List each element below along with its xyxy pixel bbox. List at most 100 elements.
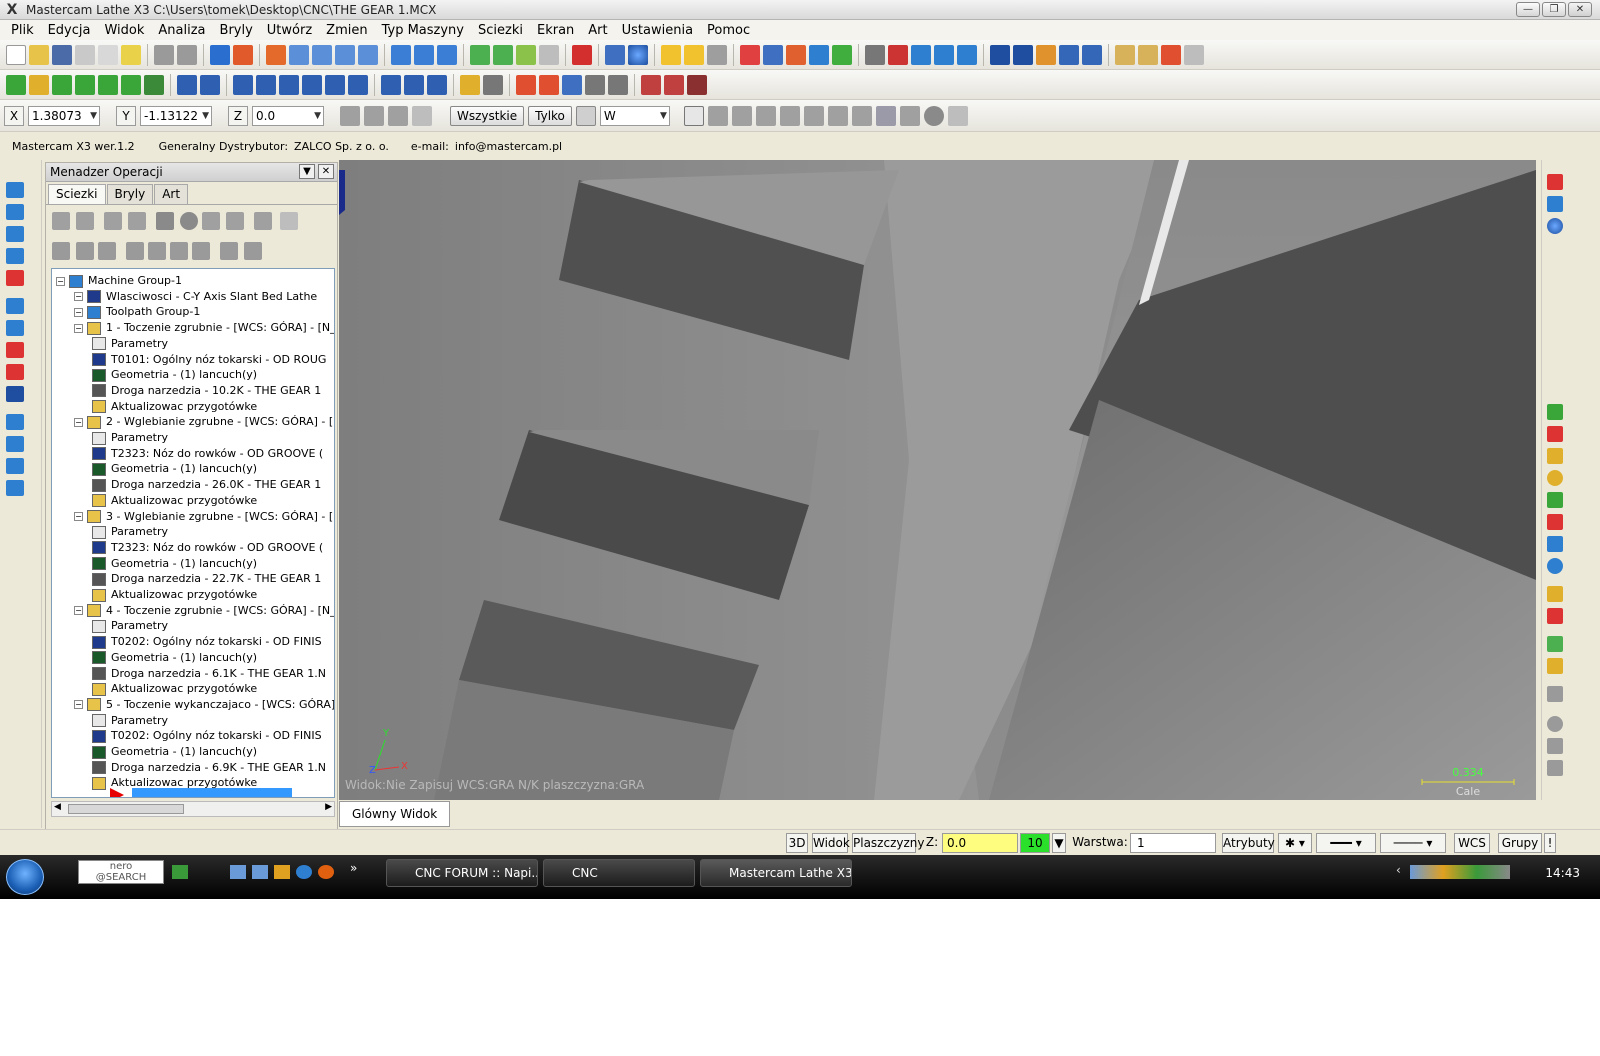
quick-mask-icon[interactable]	[388, 105, 408, 126]
select-polygon-icon[interactable]	[755, 105, 776, 126]
zoom-previous-icon[interactable]	[358, 44, 378, 65]
solid-select-icon[interactable]	[391, 44, 411, 65]
mru-palette-icon[interactable]	[1547, 636, 1563, 652]
offset-icon[interactable]	[786, 44, 806, 65]
color-dropdown-icon[interactable]: ▼	[1052, 833, 1066, 853]
steady-rest-icon[interactable]	[6, 480, 24, 496]
fast-point-icon[interactable]	[364, 105, 384, 126]
chuck-icon[interactable]	[664, 74, 684, 95]
ie-icon[interactable]	[296, 865, 312, 879]
solid-cylinder-icon[interactable]	[1013, 44, 1033, 65]
planes-button[interactable]: Plaszczyzny	[852, 833, 924, 853]
break-icon[interactable]	[763, 44, 783, 65]
menu-sciezki[interactable]: Sciezki	[471, 23, 530, 38]
tree-expander-icon[interactable]: −	[74, 417, 83, 427]
select-area-icon[interactable]	[803, 105, 824, 126]
tree-child-item[interactable]: Droga narzedzia - 22.7K - THE GEAR 1	[92, 571, 321, 587]
select-solid-icon[interactable]	[827, 105, 848, 126]
tree-expander-icon[interactable]: −	[74, 307, 83, 317]
move-icon[interactable]	[210, 44, 230, 65]
tree-child-item[interactable]: Parametry	[92, 430, 168, 446]
tree-child-item[interactable]: Geometria - (1) lancuch(y)	[92, 461, 257, 477]
scroll-thumb[interactable]	[68, 804, 184, 814]
xform-offset-icon[interactable]	[325, 74, 345, 95]
select-chain-icon[interactable]	[707, 105, 728, 126]
tailstock-icon[interactable]	[687, 74, 707, 95]
graphics-viewport[interactable]: Y X Z Widok:Nie Zapisuj WCS:GRA N/K plas…	[339, 160, 1536, 800]
fit-icon[interactable]	[233, 44, 253, 65]
create-point-icon[interactable]	[6, 74, 26, 95]
tree-expander-icon[interactable]: −	[74, 292, 83, 302]
insert-position-bar[interactable]	[132, 788, 292, 797]
lathe-finish-tool-icon[interactable]	[6, 226, 24, 242]
tree-operation[interactable]: − 2 - Wglebianie zgrubne - [WCS: GÓRA] - …	[74, 414, 334, 430]
select-all-ops-icon[interactable]	[52, 212, 70, 230]
clock[interactable]: 14:43	[1545, 859, 1580, 887]
lathe-groove-tool-icon[interactable]	[6, 298, 24, 314]
tree-operation[interactable]: − 1 - Toczenie zgrubnie - [WCS: GÓRA] - […	[74, 320, 334, 336]
task-cnc-forum[interactable]: CNC FORUM :: Napi...	[386, 859, 538, 887]
mru-tangent-icon[interactable]	[1547, 448, 1563, 464]
line-width-select[interactable]: ──── ▾	[1380, 833, 1446, 853]
menu-art[interactable]: Art	[581, 23, 614, 38]
nero-search-widget[interactable]: nero @SEARCH	[78, 860, 164, 884]
menu-ustawienia[interactable]: Ustawienia	[615, 23, 700, 38]
end-selection-icon[interactable]	[923, 105, 944, 126]
help-status-button[interactable]: !	[1544, 833, 1556, 853]
y-axis-button[interactable]: Y	[116, 105, 136, 126]
print-preview-icon[interactable]	[98, 44, 118, 65]
solid-revolve-icon[interactable]	[1059, 44, 1079, 65]
mru-layer-icon[interactable]	[1547, 586, 1563, 602]
tree-expander-icon[interactable]: −	[74, 700, 83, 710]
regenerate-all-icon[interactable]	[104, 212, 122, 230]
menu-typ-maszyny[interactable]: Typ Maszyny	[375, 23, 471, 38]
lathe-cutoff-tool-icon[interactable]	[6, 320, 24, 336]
color-swatch[interactable]: 10	[1020, 833, 1050, 853]
solid-extrude-icon[interactable]	[1036, 44, 1056, 65]
view-cube-icon[interactable]	[572, 44, 592, 65]
verify-ops-icon[interactable]	[180, 212, 198, 230]
tree-child-item[interactable]: Parametry	[92, 336, 168, 352]
cursor-arrow-icon[interactable]	[683, 105, 704, 126]
xform-rotate-icon[interactable]	[279, 74, 299, 95]
transform-icon[interactable]	[832, 44, 852, 65]
tree-expander-icon[interactable]: −	[74, 323, 83, 333]
snap-center-icon[interactable]	[1547, 218, 1563, 234]
tree-horizontal-scrollbar[interactable]: ◀ ▶	[51, 801, 335, 817]
tag-icon[interactable]	[585, 74, 605, 95]
tree-child-item[interactable]: Droga narzedzia - 26.0K - THE GEAR 1	[92, 477, 321, 493]
lathe-thread-icon[interactable]	[460, 74, 480, 95]
menu-widok[interactable]: Widok	[97, 23, 151, 38]
tree-child-item[interactable]: Aktualizowac przygotówke	[92, 587, 257, 603]
xform-2-icon[interactable]	[200, 74, 220, 95]
tree-child-item[interactable]: Droga narzedzia - 6.1K - THE GEAR 1.N	[92, 666, 326, 682]
attributes-button[interactable]: Atrybuty	[1222, 833, 1275, 853]
start-button[interactable]	[6, 859, 44, 895]
lathe-rough-tool-icon[interactable]	[6, 204, 24, 220]
snap-endpoint-icon[interactable]	[1547, 174, 1563, 190]
task-cnc-folder[interactable]: CNC	[543, 859, 695, 887]
point-icon[interactable]	[888, 44, 908, 65]
explorer-icon[interactable]	[252, 865, 268, 879]
menu-ekran[interactable]: Ekran	[530, 23, 581, 38]
move-up-icon[interactable]	[148, 242, 166, 260]
wireframe-icon[interactable]	[605, 44, 625, 65]
tree-child-item[interactable]: Geometria - (1) lancuch(y)	[92, 556, 257, 572]
view-iso-icon[interactable]	[539, 44, 559, 65]
create-rectangle-icon[interactable]	[75, 74, 95, 95]
lathe-face-tool-icon[interactable]	[6, 182, 24, 198]
menu-plik[interactable]: Plik	[4, 23, 41, 38]
mru-line-icon[interactable]	[1547, 426, 1563, 442]
point-style-select[interactable]: ✱ ▾	[1278, 833, 1312, 853]
view-button[interactable]: Widok	[812, 833, 850, 853]
z-depth-field[interactable]: 0.0	[942, 833, 1018, 853]
xform-mirror-icon[interactable]	[256, 74, 276, 95]
media-player-icon[interactable]	[274, 865, 290, 879]
xform-scale-icon[interactable]	[302, 74, 322, 95]
mru-block-icon[interactable]	[1547, 716, 1563, 732]
delete-icon[interactable]	[707, 44, 727, 65]
tree-child-item[interactable]: Droga narzedzia - 6.9K - THE GEAR 1.N	[92, 760, 326, 776]
tree-group[interactable]: − Toolpath Group-1	[74, 304, 200, 320]
pen-icon[interactable]	[562, 74, 582, 95]
layer-field[interactable]: 1	[1130, 833, 1216, 853]
